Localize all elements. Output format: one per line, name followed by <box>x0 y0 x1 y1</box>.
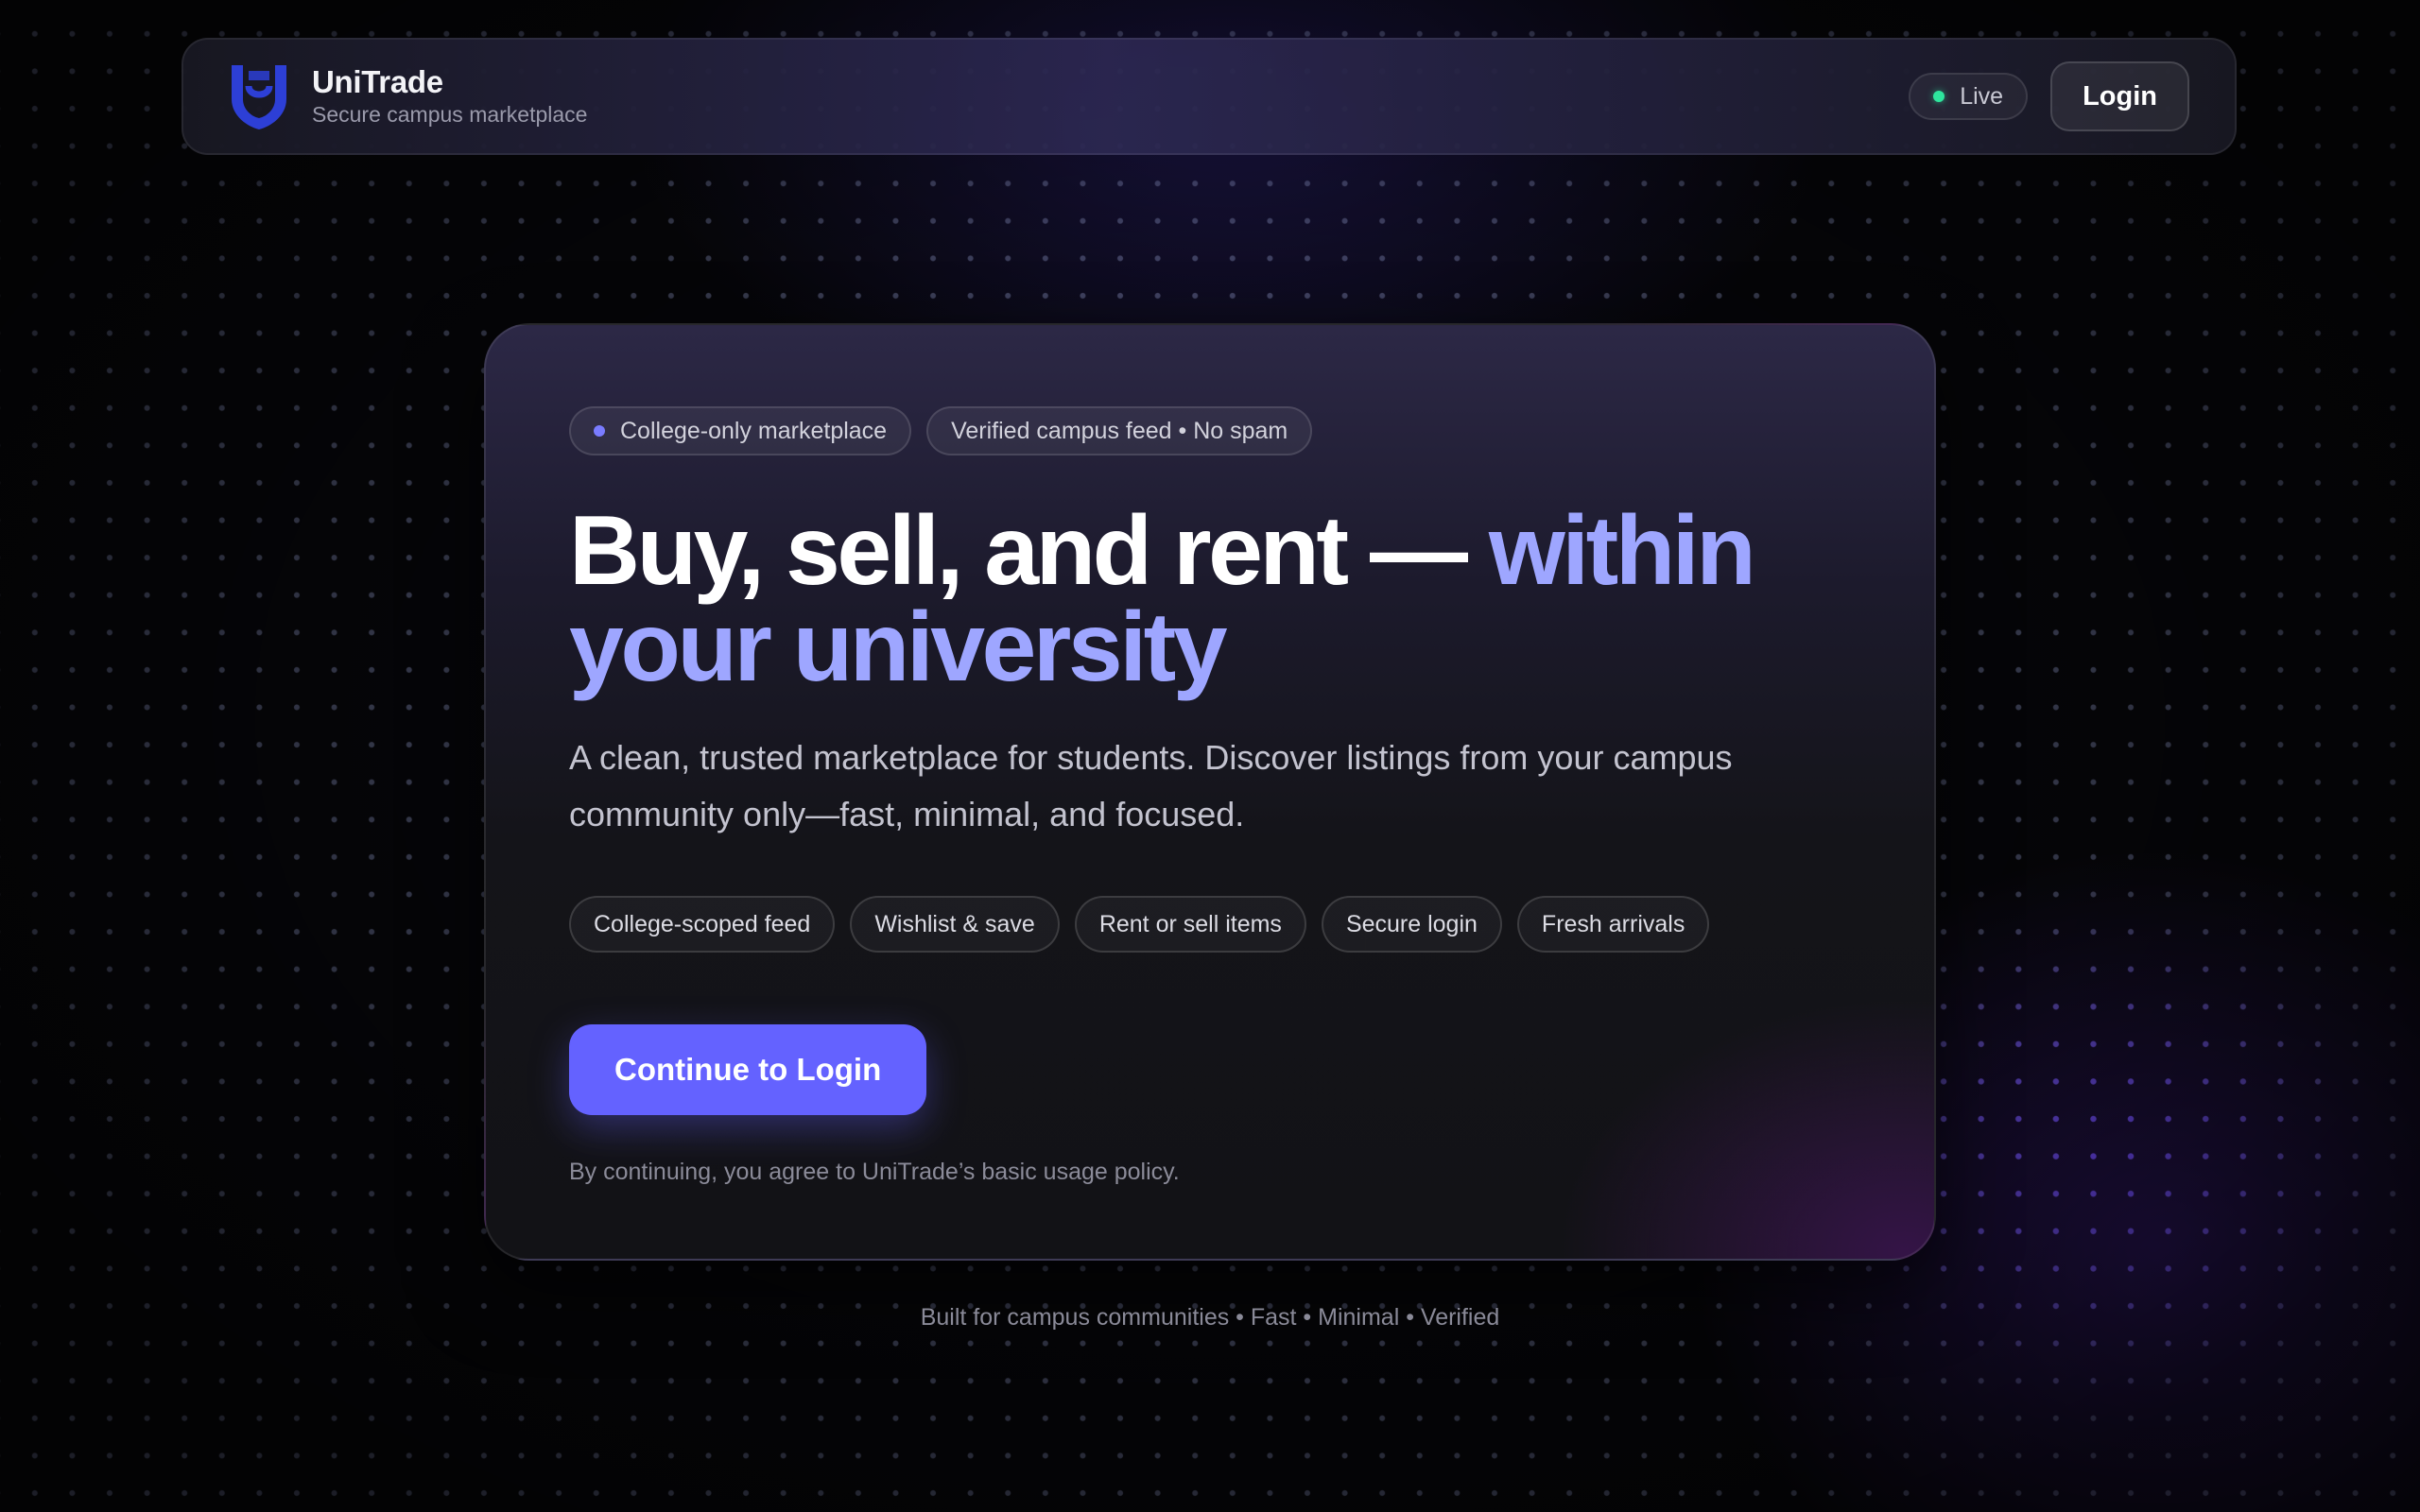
footer-tagline: Built for campus communities • Fast • Mi… <box>920 1304 1500 1331</box>
hero-headline: Buy, sell, and rent — within your univer… <box>569 502 1849 696</box>
brand-tagline: Secure campus marketplace <box>312 102 588 127</box>
hero-card: College-only marketplace Verified campus… <box>484 323 1936 1261</box>
headline-main: Buy, sell, and rent — <box>569 496 1489 606</box>
shield-logo-icon <box>227 60 291 132</box>
badge-dot-icon <box>594 425 605 437</box>
brand-name: UniTrade <box>312 64 443 99</box>
feature-chip: Wishlist & save <box>850 896 1060 953</box>
feature-chip: Fresh arrivals <box>1516 896 1710 953</box>
login-button[interactable]: Login <box>2050 61 2189 131</box>
badge-label: Verified campus feed • No spam <box>951 417 1288 444</box>
page-background: UniTrade Secure campus marketplace Live … <box>0 0 2420 1512</box>
brand[interactable]: UniTrade Secure campus marketplace <box>227 60 587 132</box>
badge-college-only: College-only marketplace <box>569 406 912 455</box>
live-status-label: Live <box>1960 82 2004 110</box>
badge-label: College-only marketplace <box>620 417 888 444</box>
hero-badges: College-only marketplace Verified campus… <box>569 406 1849 455</box>
hero-description: A clean, trusted marketplace for student… <box>569 738 1733 833</box>
feature-chip: College-scoped feed <box>569 896 836 953</box>
usage-policy-note: By continuing, you agree to UniTrade’s b… <box>569 1159 1180 1185</box>
top-navigation-bar: UniTrade Secure campus marketplace Live … <box>182 38 2237 155</box>
live-status-dot-icon <box>1933 91 1945 102</box>
feature-chips: College-scoped feed Wishlist & save Rent… <box>569 896 1849 953</box>
continue-to-login-button[interactable]: Continue to Login <box>569 1024 927 1115</box>
feature-chip: Rent or sell items <box>1074 896 1306 953</box>
brand-text: UniTrade Secure campus marketplace <box>312 64 587 129</box>
live-status-badge: Live <box>1909 73 2029 120</box>
feature-chip: Secure login <box>1321 896 1502 953</box>
badge-verified-feed: Verified campus feed • No spam <box>926 406 1313 455</box>
nav-actions: Live Login <box>1909 61 2189 131</box>
